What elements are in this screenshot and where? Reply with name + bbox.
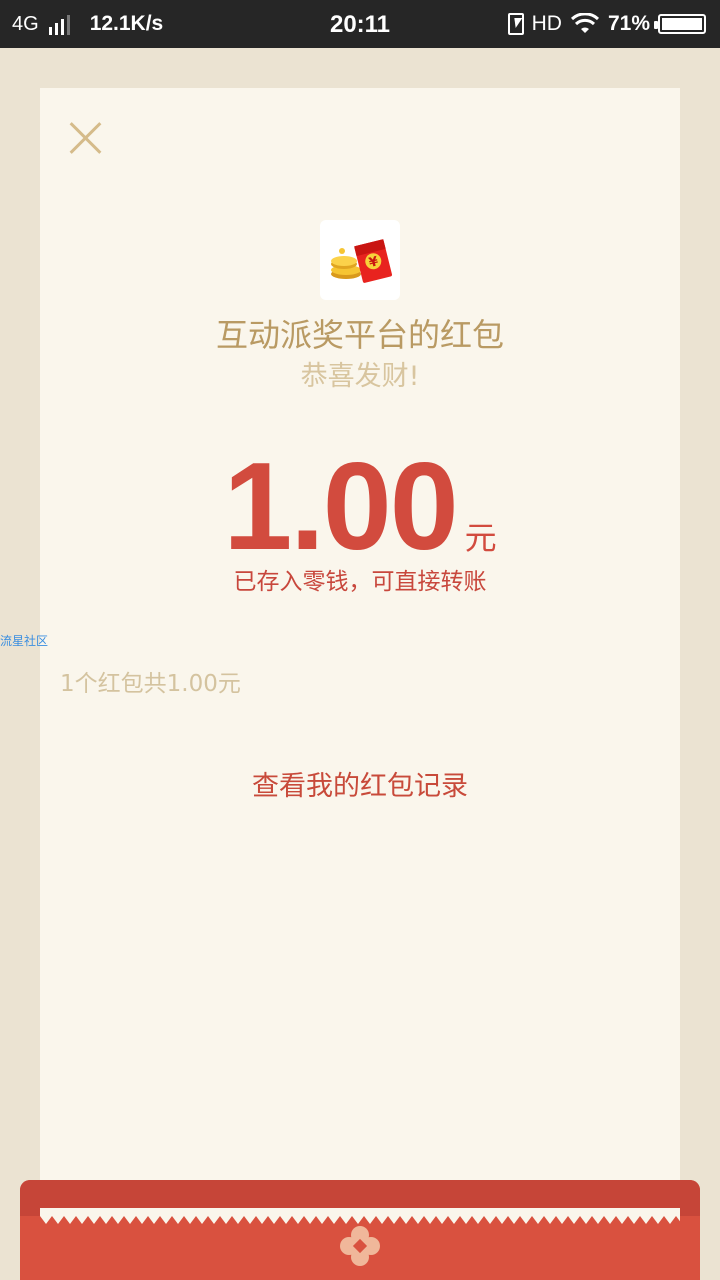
- signal-icon: [48, 13, 70, 35]
- sender-name: 互动派奖平台的红包: [215, 316, 504, 354]
- status-right: HD 71%: [507, 0, 706, 48]
- hd-indicator: HD: [531, 12, 562, 35]
- greeting-message: 恭喜发财!: [300, 361, 420, 392]
- torn-edge: [40, 1208, 680, 1224]
- amount-unit: 元: [464, 519, 497, 557]
- close-icon[interactable]: [64, 116, 106, 158]
- status-left: 4G 12.1K/s: [12, 0, 163, 48]
- red-envelope-coins-icon: ¥: [320, 220, 400, 300]
- network-type: 4G: [12, 12, 39, 35]
- status-bar: 4G 12.1K/s 20:11 HD 71%: [0, 0, 720, 48]
- network-speed: 12.1K/s: [89, 12, 164, 35]
- flower-seal-icon: [340, 1226, 380, 1266]
- red-envelope-detail-card: ¥ 互动派奖平台的红包 恭喜发财! 1.00 元 已存入零钱，可直接转账 1个红包…: [40, 88, 680, 1218]
- amount-display: 1.00 元: [40, 436, 680, 578]
- charging-icon: [507, 13, 524, 35]
- wifi-icon: [570, 13, 599, 33]
- amount-value: 1.00: [223, 438, 458, 576]
- envelope-summary: 1个红包共1.00元: [60, 671, 241, 697]
- watermark: 流星社区: [0, 634, 49, 648]
- view-history-link[interactable]: 查看我的红包记录: [40, 764, 680, 803]
- deposit-notice: 已存入零钱，可直接转账: [233, 569, 487, 595]
- battery-icon: [654, 14, 706, 34]
- battery-percent: 71%: [607, 12, 650, 35]
